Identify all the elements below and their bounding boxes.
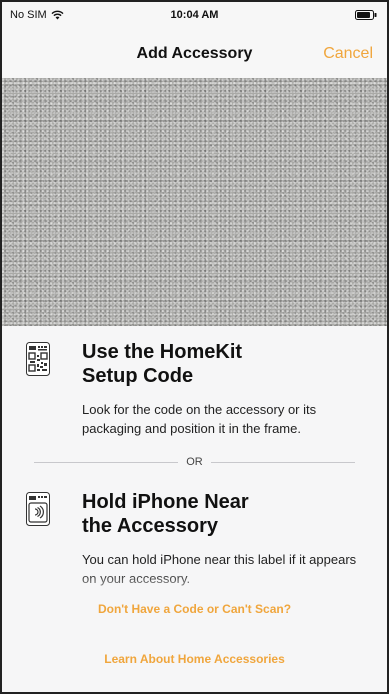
instructions-panel: Use the HomeKit Setup Code Look for the … <box>2 326 387 692</box>
learn-about-accessories-link[interactable]: Learn About Home Accessories <box>2 652 387 666</box>
no-code-link[interactable]: Don't Have a Code or Can't Scan? <box>2 602 387 616</box>
cancel-button[interactable]: Cancel <box>323 45 373 63</box>
status-time: 10:04 AM <box>170 9 219 21</box>
option-title: Use the HomeKit Setup Code <box>82 340 369 388</box>
status-bar: No SIM 10:04 AM <box>2 2 387 28</box>
divider-text: OR <box>186 456 203 468</box>
divider-line <box>210 461 355 463</box>
option-description: Look for the code on the accessory or it… <box>82 402 317 436</box>
navigation-bar: Add Accessory Cancel <box>2 28 387 78</box>
option-title-line: Hold iPhone Near <box>82 491 249 513</box>
camera-viewfinder[interactable] <box>2 78 387 326</box>
qr-code-icon <box>26 342 50 376</box>
option-title: Hold iPhone Near the Accessory <box>82 490 369 538</box>
option-title-line: the Accessory <box>82 515 218 537</box>
option-title-line: Setup Code <box>82 365 194 387</box>
battery-icon <box>355 10 377 20</box>
phone-screen: No SIM 10:04 AM Add Accessory Cancel Use… <box>0 0 389 694</box>
option-title-line: Use the HomeKit <box>82 341 243 363</box>
option-setup-code: Use the HomeKit Setup Code Look for the … <box>26 340 369 438</box>
nfc-tag-icon <box>26 492 50 526</box>
or-divider: OR <box>34 454 355 470</box>
scroll-fade <box>2 572 387 602</box>
divider-line <box>34 461 179 463</box>
